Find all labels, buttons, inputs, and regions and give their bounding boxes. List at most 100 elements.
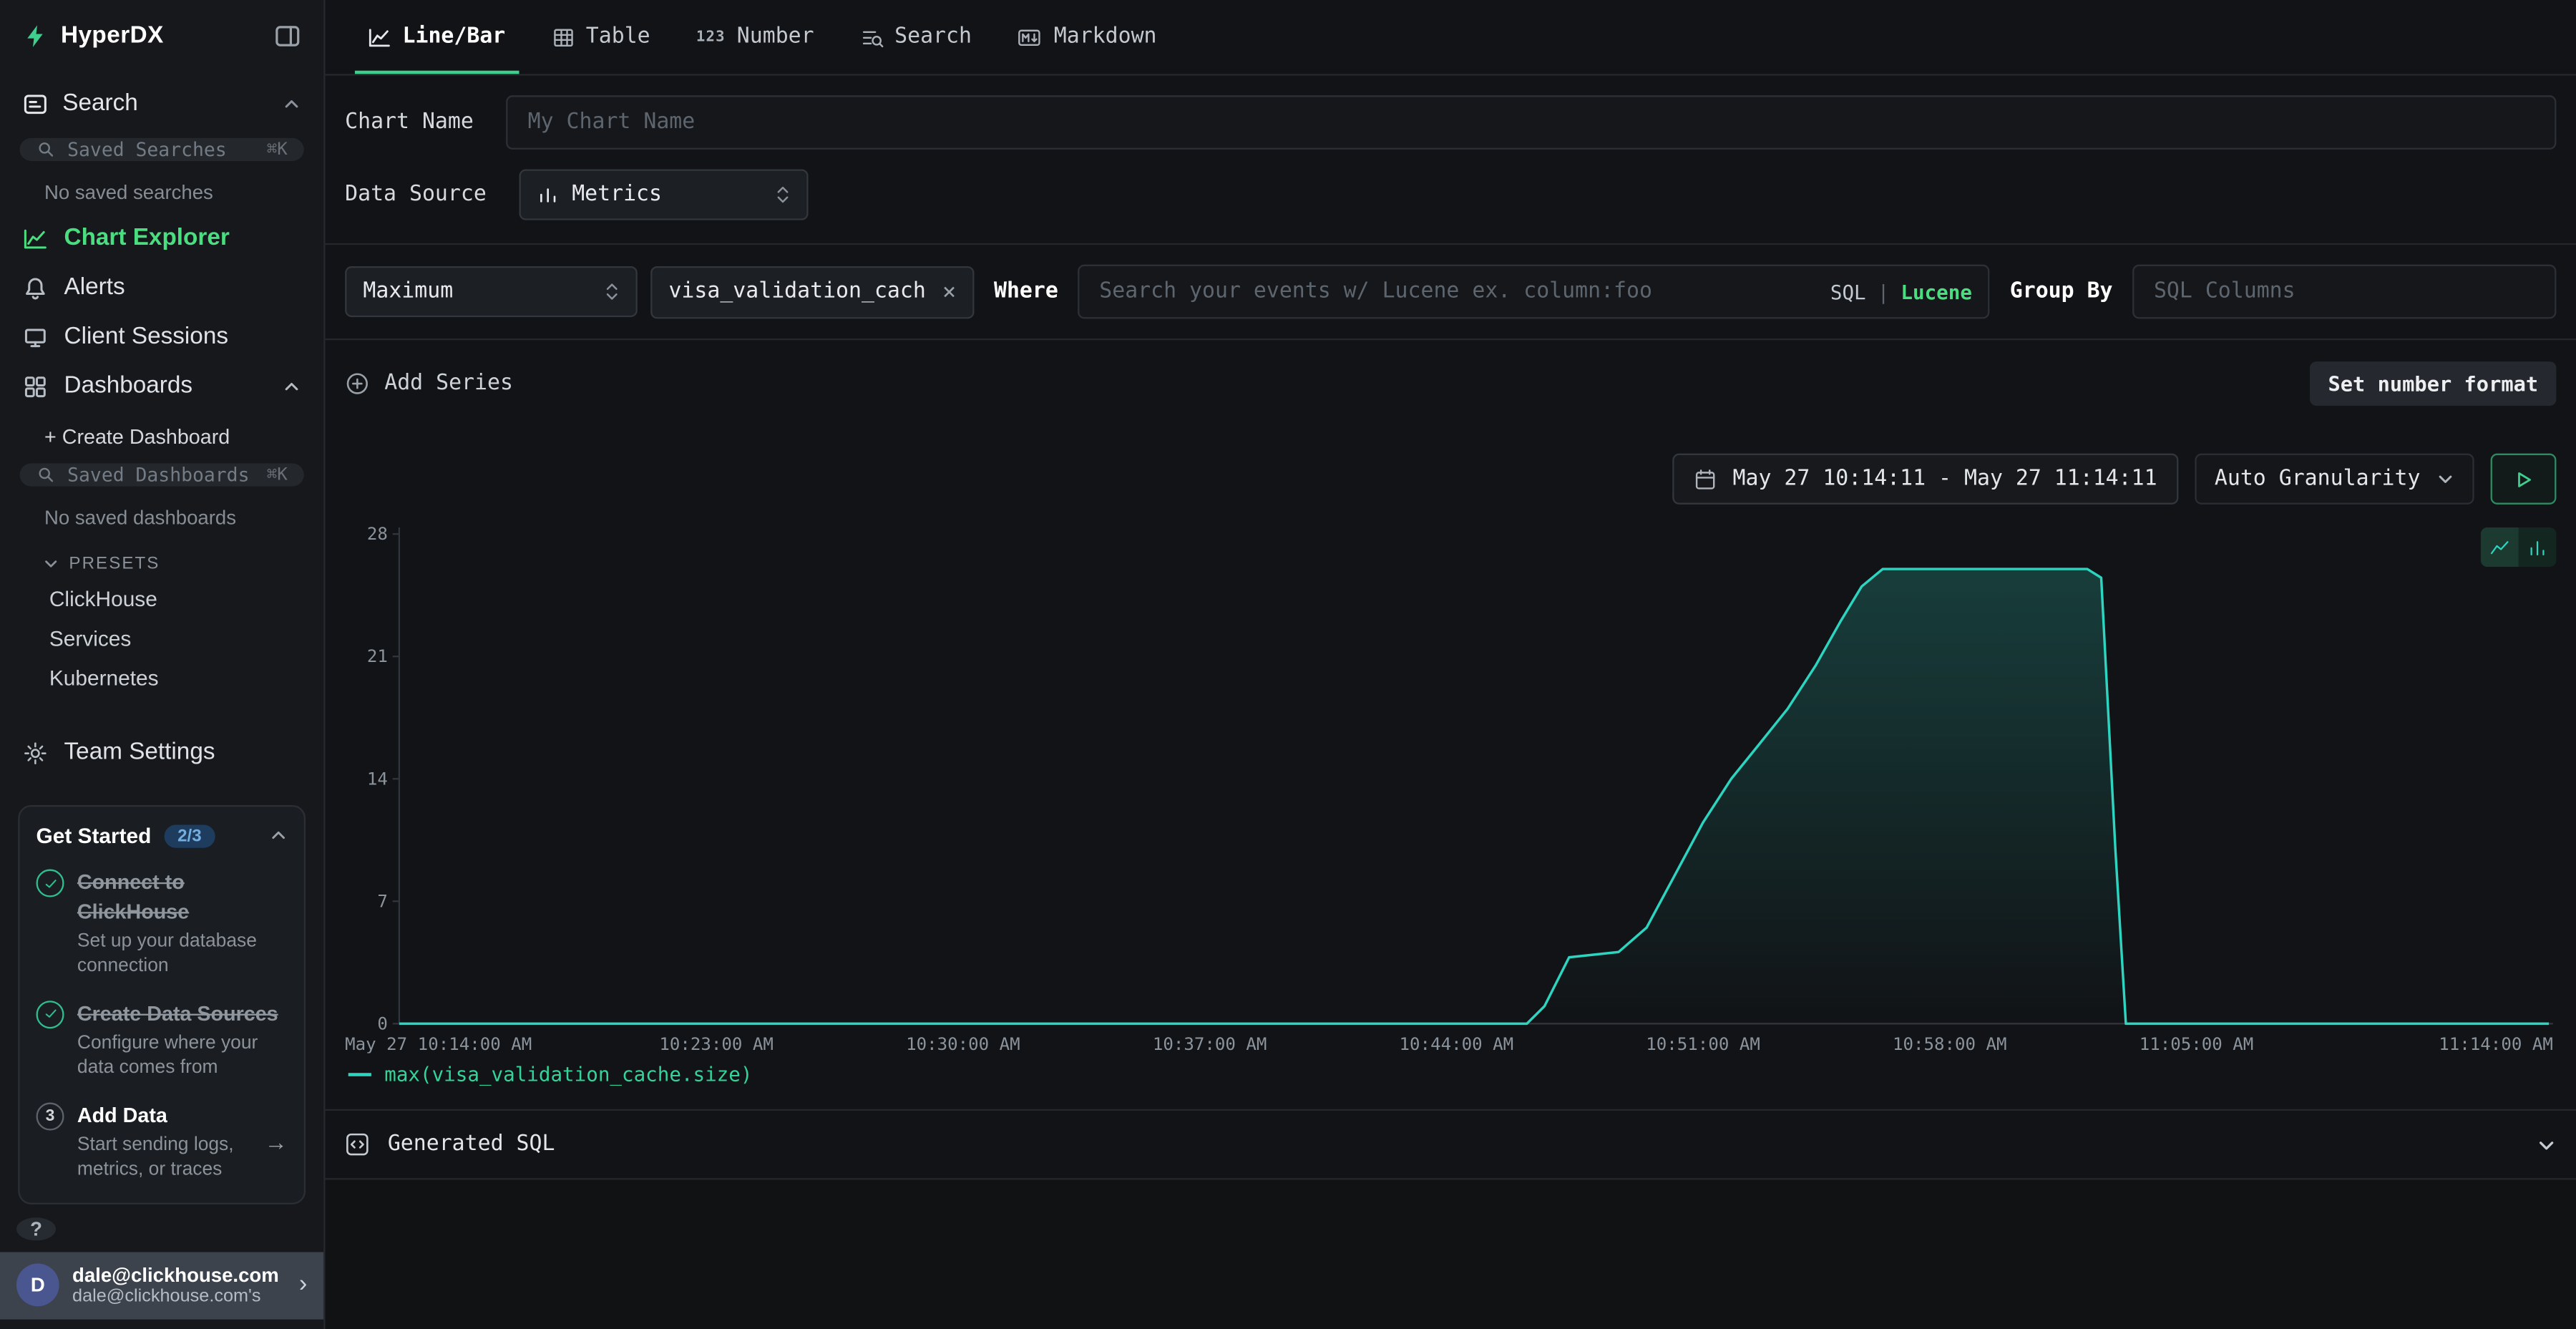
sidebar-item-chart-explorer[interactable]: Chart Explorer bbox=[0, 213, 323, 263]
sidebar-item-label: Client Sessions bbox=[64, 323, 228, 350]
chart-name-input[interactable] bbox=[507, 95, 2557, 150]
add-series-button[interactable]: Add Series bbox=[345, 371, 513, 396]
step-desc: Configure where your data comes from bbox=[77, 1032, 288, 1081]
y-tick-label: 7 bbox=[377, 891, 388, 911]
x-tick-label: 10:58:00 AM bbox=[1893, 1034, 2007, 1053]
sidebar-item-label: Chart Explorer bbox=[64, 225, 230, 252]
tab-markdown[interactable]: Markdown bbox=[995, 0, 1180, 74]
data-source-row: Data Source Metrics bbox=[326, 156, 2576, 243]
x-tick-label: 10:23:00 AM bbox=[659, 1034, 774, 1053]
add-series-row: Add Series Set number format bbox=[326, 340, 2576, 427]
date-range-value: May 27 10:14:11 - May 27 11:14:11 bbox=[1733, 467, 2157, 491]
data-source-select[interactable]: Metrics bbox=[519, 169, 809, 220]
plus-circle-icon bbox=[345, 371, 369, 396]
preset-clickhouse[interactable]: ClickHouse bbox=[0, 580, 323, 619]
sidebar-item-label: Alerts bbox=[64, 274, 125, 301]
add-series-label: Add Series bbox=[384, 371, 513, 396]
sidebar-item-team-settings[interactable]: Team Settings bbox=[0, 728, 323, 777]
get-started-progress-badge: 2/3 bbox=[165, 824, 215, 847]
sidebar-item-label: Dashboards bbox=[64, 373, 193, 399]
presets-header[interactable]: PRESETS bbox=[0, 539, 323, 580]
chevron-up-icon[interactable] bbox=[270, 827, 288, 844]
get-started-step-connect[interactable]: Connect to ClickHouse Set up your databa… bbox=[36, 867, 288, 979]
y-tick-label: 14 bbox=[367, 769, 388, 789]
app-window: HyperDX Search Saved Searches ⌘K No save… bbox=[0, 0, 2576, 1329]
no-saved-searches-note: No saved searches bbox=[0, 171, 323, 214]
sql-toggle[interactable]: SQL bbox=[1830, 280, 1866, 303]
set-number-format-button[interactable]: Set number format bbox=[2310, 361, 2556, 406]
metric-tag[interactable]: visa_validation_cach × bbox=[650, 266, 974, 318]
series-area bbox=[399, 569, 2549, 1023]
x-tick-label: May 27 10:14:00 AM bbox=[345, 1034, 532, 1053]
avatar: D bbox=[16, 1263, 59, 1306]
chart-area: 07142128May 27 10:14:00 AM10:23:00 AM10:… bbox=[345, 517, 2556, 1106]
calendar-icon bbox=[1693, 467, 1716, 490]
create-dashboard-button[interactable]: + Create Dashboard bbox=[0, 411, 323, 459]
get-started-header[interactable]: Get Started 2/3 bbox=[36, 823, 288, 847]
chevron-up-icon[interactable] bbox=[283, 377, 301, 395]
granularity-select[interactable]: Auto Granularity bbox=[2195, 454, 2474, 505]
hyperdx-logo[interactable]: HyperDX bbox=[23, 23, 164, 49]
saved-searches-input[interactable]: Saved Searches ⌘K bbox=[20, 138, 304, 161]
timeseries-chart[interactable]: 07142128May 27 10:14:00 AM10:23:00 AM10:… bbox=[345, 517, 2553, 1053]
chevron-right-icon: › bbox=[299, 1270, 307, 1298]
app-name: HyperDX bbox=[61, 23, 164, 49]
user-menu[interactable]: D dale@clickhouse.com dale@clickhouse.co… bbox=[0, 1252, 323, 1320]
check-circle-icon bbox=[36, 1001, 64, 1028]
get-started-step-add-data[interactable]: 3 Add Data Start sending logs, metrics, … bbox=[36, 1101, 288, 1183]
chart-name-label: Chart Name bbox=[345, 110, 474, 135]
saved-searches-placeholder: Saved Searches bbox=[67, 138, 227, 161]
close-icon[interactable]: × bbox=[942, 280, 956, 303]
help-button[interactable]: ? bbox=[16, 1217, 56, 1240]
bell-icon bbox=[23, 276, 47, 300]
sidebar-item-dashboards[interactable]: Dashboards bbox=[0, 361, 323, 411]
generated-sql-toggle[interactable]: Generated SQL bbox=[326, 1109, 2576, 1180]
tab-number[interactable]: 123 Number bbox=[673, 0, 837, 74]
step-title: Create Data Sources bbox=[77, 1002, 278, 1025]
chevron-down-icon bbox=[2436, 470, 2454, 488]
run-query-button[interactable] bbox=[2491, 454, 2557, 505]
aggregation-select[interactable]: Maximum bbox=[345, 266, 638, 317]
line-chart-icon bbox=[2489, 537, 2510, 558]
chart-type-tabbar: Line/Bar Table 123 Number Search Markdow… bbox=[326, 0, 2576, 76]
number-123-icon: 123 bbox=[696, 29, 726, 45]
bar-chart-toggle-button[interactable] bbox=[2519, 527, 2557, 567]
search-section-header[interactable]: Search bbox=[0, 69, 323, 133]
tab-line-bar[interactable]: Line/Bar bbox=[345, 0, 528, 74]
gear-icon bbox=[23, 740, 47, 764]
chevron-down-icon bbox=[43, 555, 59, 572]
get-started-step-sources[interactable]: Create Data Sources Configure where your… bbox=[36, 999, 288, 1081]
main-content: Line/Bar Table 123 Number Search Markdow… bbox=[326, 0, 2576, 1329]
series-config-row: Maximum visa_validation_cach × Where SQL… bbox=[326, 245, 2576, 339]
tab-table[interactable]: Table bbox=[528, 0, 673, 74]
sidebar-item-alerts[interactable]: Alerts bbox=[0, 263, 323, 312]
preset-kubernetes[interactable]: Kubernetes bbox=[0, 659, 323, 698]
code-icon bbox=[345, 1132, 369, 1157]
step-number-badge: 3 bbox=[36, 1102, 64, 1130]
toggle-separator: | bbox=[1878, 280, 1890, 303]
x-tick-label: 11:14:00 AM bbox=[2439, 1034, 2553, 1053]
sidebar-item-client-sessions[interactable]: Client Sessions bbox=[0, 312, 323, 361]
date-range-picker[interactable]: May 27 10:14:11 - May 27 11:14:11 bbox=[1672, 454, 2179, 505]
lucene-toggle[interactable]: Lucene bbox=[1901, 280, 1972, 303]
tab-search[interactable]: Search bbox=[837, 0, 995, 74]
no-saved-dashboards-note: No saved dashboards bbox=[0, 496, 323, 539]
sidebar-item-label: Team Settings bbox=[64, 739, 215, 766]
x-tick-label: 11:05:00 AM bbox=[2140, 1034, 2254, 1053]
sidebar-collapse-icon[interactable] bbox=[274, 23, 301, 49]
data-source-label: Data Source bbox=[345, 182, 487, 207]
magnifier-icon bbox=[36, 140, 57, 160]
saved-dashboards-input[interactable]: Saved Dashboards ⌘K bbox=[20, 463, 304, 486]
chevron-up-icon[interactable] bbox=[283, 94, 301, 112]
shortcut-badge: ⌘K bbox=[267, 465, 288, 485]
line-chart-toggle-button[interactable] bbox=[2481, 527, 2519, 567]
tab-label: Number bbox=[737, 24, 814, 49]
magnifier-icon bbox=[36, 465, 57, 485]
preset-services[interactable]: Services bbox=[0, 620, 323, 659]
list-search-icon bbox=[860, 26, 883, 49]
group-by-input[interactable] bbox=[2132, 265, 2556, 319]
tab-label: Table bbox=[586, 24, 650, 49]
group-by-label: Group By bbox=[2004, 279, 2119, 303]
play-icon bbox=[2512, 467, 2534, 490]
saved-dashboards-placeholder: Saved Dashboards bbox=[67, 463, 249, 486]
